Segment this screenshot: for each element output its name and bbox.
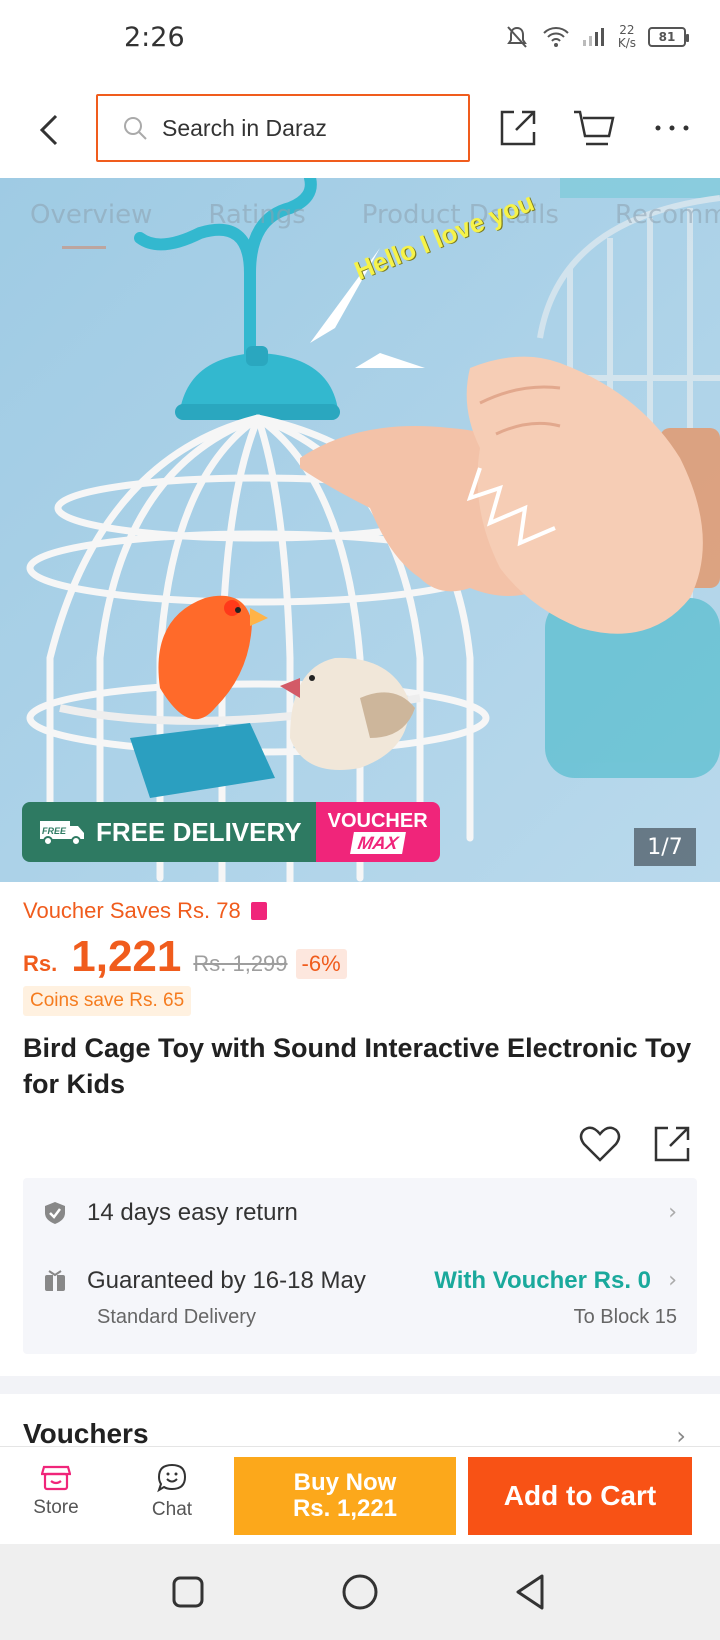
share-icon[interactable] [496,106,540,150]
buy-now-label: Buy Now [293,1469,397,1496]
wifi-icon [543,27,569,47]
wishlist-heart-icon[interactable] [578,1122,622,1166]
system-navigation-bar [0,1544,720,1640]
search-input[interactable]: Search in Daraz [96,94,470,162]
recent-apps-icon[interactable] [170,1574,206,1610]
coins-save-badge: Coins save Rs. 65 [23,986,192,1016]
voucher-max-badge: VOUCHER MAX [315,802,440,862]
voucher-tag-icon [250,902,267,920]
tab-overview[interactable]: Overview [30,200,152,230]
voucher-badge-line2: MAX [349,832,406,854]
section-divider [0,1376,720,1394]
signal-icon [582,28,604,46]
buy-now-button[interactable]: Buy Now Rs. 1,221 [234,1457,456,1535]
status-time: 2:26 [124,22,185,53]
chevron-right-icon: › [668,1268,677,1293]
share-product-icon[interactable] [650,1122,694,1166]
delivery-voucher-label: With Voucher Rs. 0 [434,1267,651,1294]
shield-check-icon [45,1202,65,1224]
chat-icon [157,1463,187,1493]
free-delivery-badge: FREE FREE DELIVERY [22,802,316,862]
product-title: Bird Cage Toy with Sound Interactive Ele… [23,1033,692,1099]
current-price: 1,221 [71,932,182,981]
voucher-badge-line1: VOUCHER [327,810,428,832]
chevron-right-icon: › [668,1200,677,1225]
back-nav-icon[interactable] [512,1572,548,1612]
delivery-location-label: To Block 15 [573,1306,677,1328]
search-placeholder: Search in Daraz [162,114,327,141]
bottom-action-bar: Store Chat Buy Now Rs. 1,221 Add to Cart [0,1446,720,1544]
original-price: Rs. 1,299 [193,951,288,976]
battery-indicator: 81 [648,27,689,47]
store-button[interactable]: Store [16,1463,96,1519]
search-icon [124,117,147,140]
cart-icon[interactable] [572,106,616,150]
image-counter: 1/7 [634,828,696,866]
delivery-type-label: Standard Delivery [97,1306,256,1328]
store-icon [41,1465,71,1491]
chat-label: Chat [151,1499,193,1520]
tab-active-indicator [62,246,106,249]
tab-recommended[interactable]: Recommended [615,200,720,230]
delivery-row[interactable]: Guaranteed by 16-18 May With Voucher Rs.… [23,1248,697,1354]
network-speed: 22 K/s [617,23,636,50]
price-row: Rs. 1,221 Rs. 1,299 -6% [23,932,347,982]
service-info-card: 14 days easy return › Guaranteed by 16-1… [23,1178,697,1354]
more-options-icon[interactable] [650,106,694,150]
back-arrow-icon[interactable] [30,108,70,152]
delivery-guarantee-label: Guaranteed by 16-18 May [87,1267,366,1294]
promo-badge: FREE FREE DELIVERY VOUCHER MAX [22,802,440,862]
tab-ratings[interactable]: Ratings [208,200,305,230]
mute-notifications-icon [506,26,527,48]
return-policy-label: 14 days easy return [87,1199,298,1226]
section-tabs[interactable]: Overview Ratings Product Details Recomme… [30,200,720,230]
top-header: Search in Daraz [0,82,720,178]
price-currency: Rs. [23,951,58,976]
product-image-gallery[interactable]: Overview Ratings Product Details Recomme… [0,178,720,882]
free-tag-text: FREE [42,826,67,836]
chat-button[interactable]: Chat [132,1463,212,1521]
add-to-cart-button[interactable]: Add to Cart [468,1457,692,1535]
buy-now-price: Rs. 1,221 [292,1495,398,1522]
delivery-truck-icon: FREE [40,821,84,846]
voucher-saves[interactable]: Voucher Saves Rs. 78 [23,898,267,924]
discount-badge: -6% [295,949,347,979]
store-label: Store [33,1497,79,1518]
free-delivery-label: FREE DELIVERY [96,816,302,847]
voucher-saves-label: Voucher Saves Rs. 78 [23,898,241,923]
home-icon[interactable] [340,1572,380,1612]
status-icons: 22 K/s 81 [504,23,689,50]
delivery-box-icon [45,1270,65,1291]
status-bar: 2:26 22 K/s 81 [0,0,720,82]
return-policy-row[interactable]: 14 days easy return › [23,1178,697,1248]
